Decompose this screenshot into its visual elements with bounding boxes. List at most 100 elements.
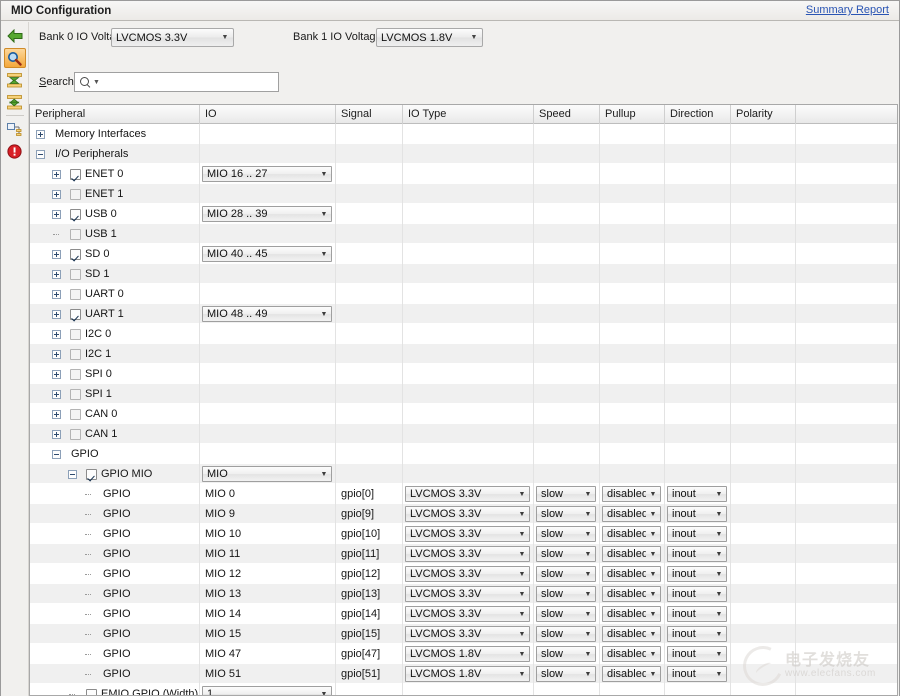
search-input[interactable]: ▼ [74,72,279,92]
properties-icon[interactable] [4,119,26,139]
table-row[interactable]: UART 0 [30,284,897,304]
table-row[interactable]: UART 1MIO 48 .. 49▼ [30,304,897,324]
bank1-voltage-select[interactable]: LVCMOS 1.8V ▼ [376,28,483,47]
expand-node-icon[interactable] [52,350,61,359]
iotype-select[interactable]: LVCMOS 1.8V▼ [405,646,530,662]
direction-select[interactable]: inout▼ [667,646,727,662]
speed-select[interactable]: slow▼ [536,606,596,622]
speed-select[interactable]: slow▼ [536,566,596,582]
peripheral-checkbox[interactable] [70,429,81,440]
table-row[interactable]: GPIOMIO 51gpio[51]LVCMOS 1.8V▼slow▼disab… [30,664,897,684]
table-row[interactable]: ENET 1 [30,184,897,204]
expand-node-icon[interactable] [52,190,61,199]
table-row[interactable]: I/O Peripherals [30,144,897,164]
collapse-all-icon[interactable] [4,70,26,90]
collapse-node-icon[interactable] [36,150,45,159]
summary-report-link[interactable]: Summary Report [806,4,889,16]
expand-node-icon[interactable] [36,130,45,139]
table-row[interactable]: GPIOMIO 14gpio[14]LVCMOS 3.3V▼slow▼disab… [30,604,897,624]
peripheral-checkbox[interactable] [70,249,81,260]
iotype-select[interactable]: LVCMOS 3.3V▼ [405,526,530,542]
expand-node-icon[interactable] [52,410,61,419]
peripheral-checkbox[interactable] [70,189,81,200]
expand-node-icon[interactable] [52,390,61,399]
direction-select[interactable]: inout▼ [667,666,727,682]
table-row[interactable]: SD 1 [30,264,897,284]
table-row[interactable]: SPI 1 [30,384,897,404]
pullup-select[interactable]: disabled▼ [602,526,661,542]
expand-node-icon[interactable] [52,250,61,259]
iotype-select[interactable]: LVCMOS 3.3V▼ [405,486,530,502]
column-header-speed[interactable]: Speed [534,105,600,124]
expand-node-icon[interactable] [52,430,61,439]
peripheral-checkbox[interactable] [70,309,81,320]
table-row[interactable]: GPIOMIO 12gpio[12]LVCMOS 3.3V▼slow▼disab… [30,564,897,584]
speed-select[interactable]: slow▼ [536,626,596,642]
expand-node-icon[interactable] [52,170,61,179]
speed-select[interactable]: slow▼ [536,666,596,682]
peripheral-checkbox[interactable] [70,169,81,180]
expand-node-icon[interactable] [52,270,61,279]
iotype-select[interactable]: LVCMOS 3.3V▼ [405,506,530,522]
speed-select[interactable]: slow▼ [536,526,596,542]
table-row[interactable]: GPIOMIO 10gpio[10]LVCMOS 3.3V▼slow▼disab… [30,524,897,544]
column-header-peripheral[interactable]: Peripheral [30,105,200,124]
expand-node-icon[interactable] [52,370,61,379]
column-header-polarity[interactable]: Polarity [731,105,796,124]
table-row[interactable]: GPIOMIO 0gpio[0]LVCMOS 3.3V▼slow▼disable… [30,484,897,504]
peripheral-checkbox[interactable] [70,369,81,380]
table-row[interactable]: GPIOMIO 11gpio[11]LVCMOS 3.3V▼slow▼disab… [30,544,897,564]
collapse-node-icon[interactable] [52,450,61,459]
pullup-select[interactable]: disabled▼ [602,486,661,502]
pullup-select[interactable]: disabled▼ [602,546,661,562]
column-header-io[interactable]: IO [200,105,336,124]
pullup-select[interactable]: disabled▼ [602,646,661,662]
io-select[interactable]: MIO 28 .. 39▼ [202,206,332,222]
io-select[interactable]: MIO▼ [202,466,332,482]
direction-select[interactable]: inout▼ [667,506,727,522]
pullup-select[interactable]: disabled▼ [602,666,661,682]
peripheral-checkbox[interactable] [70,409,81,420]
expand-node-icon[interactable] [52,290,61,299]
iotype-select[interactable]: LVCMOS 3.3V▼ [405,606,530,622]
table-row[interactable]: SD 0MIO 40 .. 45▼ [30,244,897,264]
table-row[interactable]: I2C 0 [30,324,897,344]
column-header-signal[interactable]: Signal [336,105,403,124]
expand-node-icon[interactable] [52,310,61,319]
table-row[interactable]: CAN 0 [30,404,897,424]
back-arrow-icon[interactable] [4,26,26,46]
iotype-select[interactable]: LVCMOS 3.3V▼ [405,566,530,582]
expand-node-icon[interactable] [52,210,61,219]
table-row[interactable]: CAN 1 [30,424,897,444]
table-row[interactable]: USB 0MIO 28 .. 39▼ [30,204,897,224]
peripheral-checkbox[interactable] [70,269,81,280]
direction-select[interactable]: inout▼ [667,546,727,562]
io-select[interactable]: MIO 48 .. 49▼ [202,306,332,322]
speed-select[interactable]: slow▼ [536,506,596,522]
expand-node-icon[interactable] [52,330,61,339]
speed-select[interactable]: slow▼ [536,546,596,562]
collapse-node-icon[interactable] [68,470,77,479]
table-row[interactable]: SPI 0 [30,364,897,384]
pullup-select[interactable]: disabled▼ [602,506,661,522]
table-row[interactable]: GPIO [30,444,897,464]
peripheral-checkbox[interactable] [70,329,81,340]
peripheral-checkbox[interactable] [70,289,81,300]
direction-select[interactable]: inout▼ [667,626,727,642]
iotype-select[interactable]: LVCMOS 3.3V▼ [405,546,530,562]
table-row[interactable]: USB 1 [30,224,897,244]
iotype-select[interactable]: LVCMOS 1.8V▼ [405,666,530,682]
table-row[interactable]: GPIOMIO 13gpio[13]LVCMOS 3.3V▼slow▼disab… [30,584,897,604]
peripheral-checkbox[interactable] [86,469,97,480]
io-select[interactable]: MIO 16 .. 27▼ [202,166,332,182]
table-row[interactable]: GPIOMIO 9gpio[9]LVCMOS 3.3V▼slow▼disable… [30,504,897,524]
error-icon[interactable] [4,141,26,161]
io-select[interactable]: 1▼ [202,686,332,696]
table-row[interactable]: EMIO GPIO (Width)1▼ [30,684,897,696]
peripheral-checkbox[interactable] [86,689,97,696]
table-row[interactable]: I2C 1 [30,344,897,364]
iotype-select[interactable]: LVCMOS 3.3V▼ [405,586,530,602]
bank0-voltage-select[interactable]: LVCMOS 3.3V ▼ [111,28,234,47]
direction-select[interactable]: inout▼ [667,526,727,542]
direction-select[interactable]: inout▼ [667,606,727,622]
